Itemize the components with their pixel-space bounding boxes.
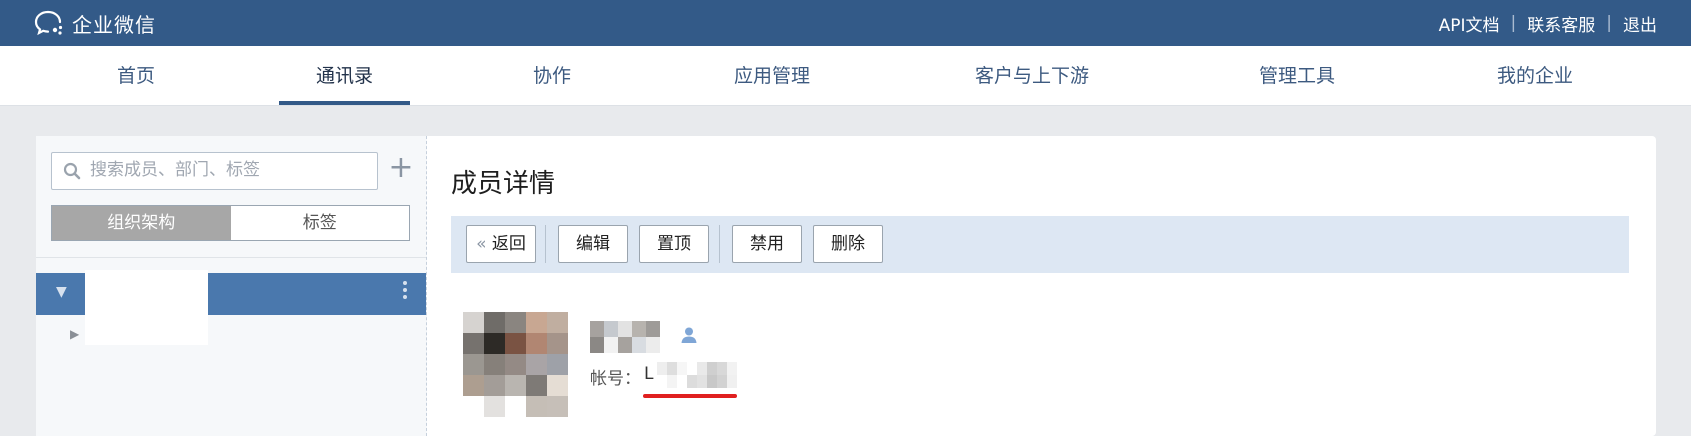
toolbar-separator <box>545 225 546 263</box>
main-panel: + 组织架构 标签 ▼ ▶ 成员详情 « 返回 编辑 置顶 禁用 删除 <box>36 136 1656 436</box>
redacted-account-id <box>657 362 737 388</box>
nav-home[interactable]: 首页 <box>96 46 176 105</box>
caret-right-icon[interactable]: ▶ <box>70 327 79 341</box>
tab-tags[interactable]: 标签 <box>230 206 409 240</box>
nav-active-indicator <box>279 101 410 105</box>
account-value: L <box>644 364 654 384</box>
search-input[interactable] <box>90 153 370 187</box>
top-link-divider: | <box>1510 13 1517 33</box>
back-button-label: 返回 <box>491 234 526 254</box>
search-icon <box>63 162 81 180</box>
nav-management-tools[interactable]: 管理工具 <box>1237 46 1357 105</box>
nav-app-management[interactable]: 应用管理 <box>712 46 832 105</box>
account-label: 帐号： <box>590 369 641 389</box>
more-vertical-icon[interactable] <box>402 281 408 302</box>
edit-button[interactable]: 编辑 <box>558 225 628 263</box>
top-links: API文档 | 联系客服 | 退出 <box>1439 0 1657 46</box>
nav-customers-partners[interactable]: 客户与上下游 <box>957 46 1107 105</box>
disable-button[interactable]: 禁用 <box>732 225 802 263</box>
redacted-member-name <box>590 321 660 353</box>
logout-link[interactable]: 退出 <box>1623 11 1657 36</box>
caret-down-icon[interactable]: ▼ <box>56 284 67 300</box>
member-detail: 成员详情 « 返回 编辑 置顶 禁用 删除 帐号： L <box>451 136 1641 436</box>
back-button[interactable]: « 返回 <box>466 225 536 263</box>
nav-collaboration[interactable]: 协作 <box>512 46 592 105</box>
page-title: 成员详情 <box>451 169 556 199</box>
top-link-divider: | <box>1606 13 1612 33</box>
toolbar-separator <box>719 225 720 263</box>
member-type-icon <box>681 327 697 343</box>
top-bar: 企业微信 API文档 | 联系客服 | 退出 <box>0 0 1691 46</box>
redacted-department-name <box>85 270 208 345</box>
contact-support-link[interactable]: 联系客服 <box>1527 11 1595 36</box>
sidebar-divider <box>36 257 426 258</box>
delete-button[interactable]: 删除 <box>813 225 883 263</box>
member-toolbar: « 返回 编辑 置顶 禁用 删除 <box>451 216 1629 273</box>
brand-logo[interactable]: 企业微信 <box>34 8 156 38</box>
sidebar-tab-switch: 组织架构 标签 <box>51 205 410 241</box>
highlight-underline <box>643 394 737 398</box>
sidebar: + 组织架构 标签 ▼ ▶ <box>36 136 427 436</box>
wechat-work-logo-icon <box>34 10 63 36</box>
tab-org-structure[interactable]: 组织架构 <box>52 206 231 240</box>
brand-name: 企业微信 <box>72 12 156 37</box>
nav-contacts[interactable]: 通讯录 <box>279 46 410 105</box>
api-docs-link[interactable]: API文档 <box>1439 11 1500 36</box>
nav-my-enterprise[interactable]: 我的企业 <box>1475 46 1595 105</box>
search-box <box>51 152 378 190</box>
pin-top-button[interactable]: 置顶 <box>639 225 709 263</box>
avatar <box>463 312 568 417</box>
main-nav: 首页 通讯录 协作 应用管理 客户与上下游 管理工具 我的企业 <box>0 46 1691 106</box>
double-chevron-left-icon: « <box>476 234 487 254</box>
add-icon[interactable]: + <box>388 153 414 184</box>
